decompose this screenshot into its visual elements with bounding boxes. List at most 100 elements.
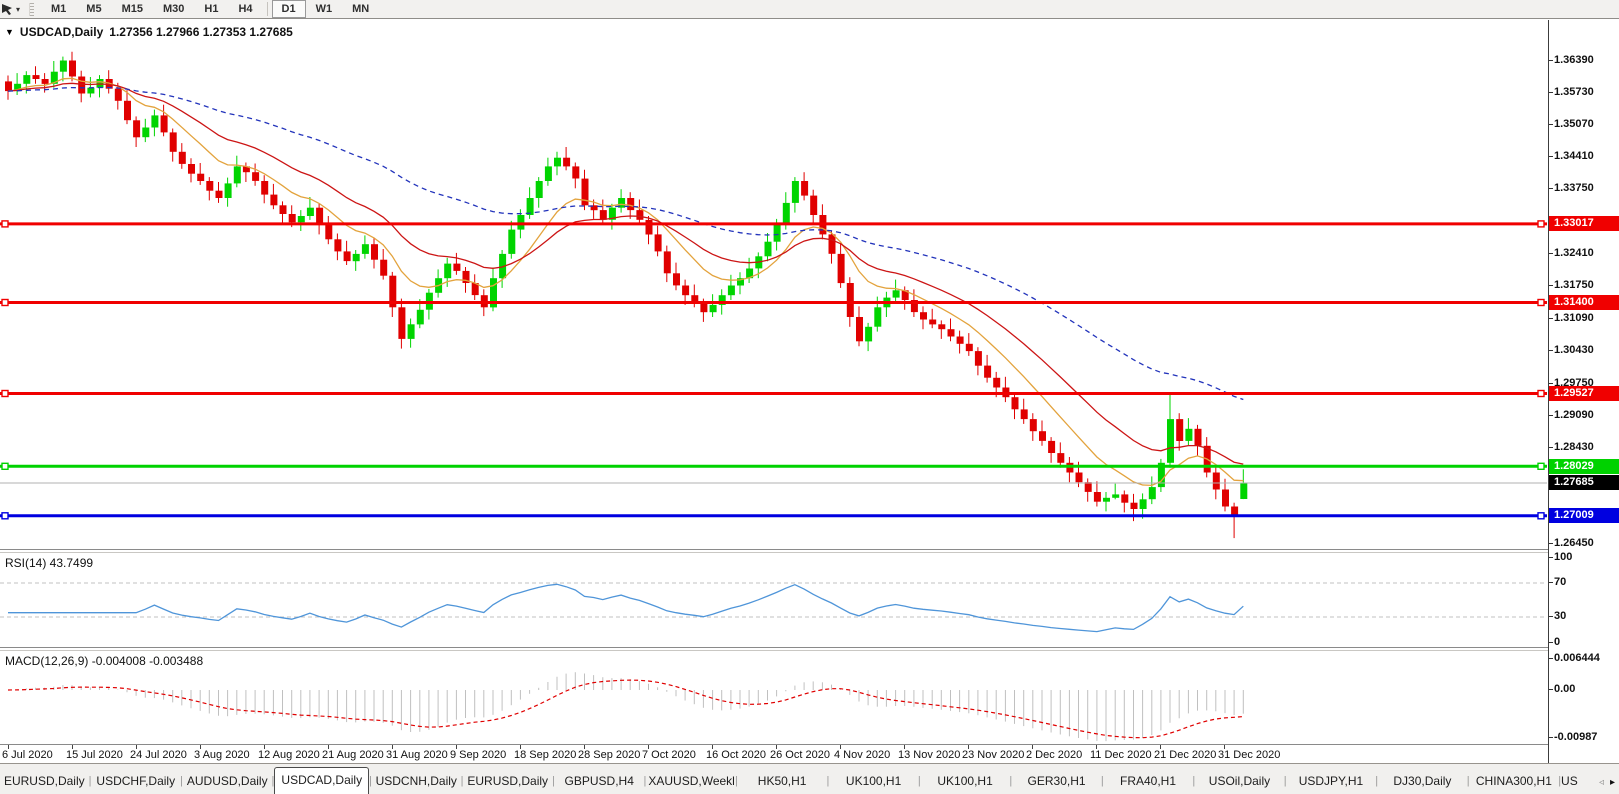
time-tick-label: 6 Jul 2020 [2, 749, 53, 761]
price-level-flag[interactable]: 1.31400 [1549, 295, 1619, 310]
time-axis[interactable]: 6 Jul 202015 Jul 202024 Jul 20203 Aug 20… [0, 745, 1548, 763]
chart-tab-usdcnh-4[interactable]: USDCNH,Daily [372, 770, 461, 794]
axis-tick-mark [1549, 582, 1553, 583]
time-tick-label: 2 Dec 2020 [1026, 749, 1082, 761]
chart-tab-truncated[interactable]: US [1561, 770, 1581, 794]
price-tick-label: 1.26450 [1554, 537, 1594, 550]
price-tick-label: 1.34410 [1554, 150, 1594, 163]
chart-ohlc-values: 1.27356 1.27966 1.27353 1.27685 [109, 25, 293, 39]
tabs-scroll-right-icon[interactable]: ▸ [1610, 777, 1615, 788]
symbol-dropdown-icon[interactable]: ▼ [5, 27, 14, 37]
toolbar-grip[interactable] [29, 3, 34, 16]
line-handle[interactable] [1538, 513, 1544, 519]
macd-signal-line [8, 680, 1243, 738]
chart-tab-uk100-9[interactable]: UK100,H1 [829, 770, 918, 794]
time-tick-label: 31 Aug 2020 [386, 749, 448, 761]
price-level-flag[interactable]: 1.29527 [1549, 386, 1619, 401]
macd-panel[interactable]: MACD(12,26,9) -0.004008 -0.003488 [0, 650, 1548, 745]
time-tick-label: 24 Jul 2020 [130, 749, 187, 761]
timeframe-button-m30[interactable]: M30 [153, 0, 194, 18]
cursor-dropdown-arrow-icon[interactable]: ▾ [16, 5, 20, 14]
axis-tick-mark [1549, 350, 1553, 351]
axis-tick-mark [1549, 447, 1553, 448]
time-tick-label: 31 Dec 2020 [1218, 749, 1280, 761]
macd-histogram [8, 672, 1243, 741]
chart-tab-eurusd-0[interactable]: EURUSD,Daily [0, 770, 89, 794]
chart-tab-audusd-2[interactable]: AUDUSD,Daily [183, 770, 272, 794]
top-toolbar: ▾ M1M5M15M30H1H4 D1W1MN [0, 0, 1619, 19]
main-chart-svg[interactable] [0, 20, 1548, 550]
timeframe-button-m5[interactable]: M5 [76, 0, 111, 18]
line-handle[interactable] [2, 513, 8, 519]
chart-tab-xauusd-7[interactable]: XAUUSD,Weekly [646, 770, 735, 794]
price-level-flag[interactable]: 1.28029 [1549, 459, 1619, 474]
chart-symbol-label: USDCAD,Daily [20, 25, 103, 39]
price-tick-label: 1.29090 [1554, 409, 1594, 422]
axis-tick-mark [1549, 737, 1553, 738]
timeframe-button-d1[interactable]: D1 [272, 0, 306, 18]
line-handle[interactable] [1538, 391, 1544, 397]
timeframe-button-h4[interactable]: H4 [228, 0, 262, 18]
price-tick-label: 1.28430 [1554, 441, 1594, 454]
axis-tick-mark [1549, 642, 1553, 643]
chart-cursor-icon[interactable] [1, 2, 15, 16]
chart-tab-usdchf-1[interactable]: USDCHF,Daily [91, 770, 180, 794]
main-chart-panel[interactable]: ▼ USDCAD,Daily 1.27356 1.27966 1.27353 1… [0, 20, 1548, 550]
chart-tab-fra40-12[interactable]: FRA40,H1 [1104, 770, 1193, 794]
price-tick-label: 1.36390 [1554, 54, 1594, 67]
line-handle[interactable] [2, 463, 8, 469]
time-tick-label: 23 Nov 2020 [962, 749, 1024, 761]
line-handle[interactable] [2, 300, 8, 306]
chart-tab-usdjpy-14[interactable]: USDJPY,H1 [1287, 770, 1376, 794]
time-tick-label: 13 Nov 2020 [898, 749, 960, 761]
line-handle[interactable] [1538, 463, 1544, 469]
macd-svg[interactable] [0, 651, 1548, 746]
price-tick-label: 1.35070 [1554, 118, 1594, 131]
chart-tab-eurusd-5[interactable]: EURUSD,Daily [463, 770, 552, 794]
timeframe-button-mn[interactable]: MN [342, 0, 379, 18]
price-tick-label: 1.33750 [1554, 182, 1594, 195]
timeframe-button-w1[interactable]: W1 [306, 0, 343, 18]
chart-tab-china300-16[interactable]: CHINA300,H1 [1470, 770, 1559, 794]
axis-tick-mark [1549, 188, 1553, 189]
timeframe-button-m1[interactable]: M1 [41, 0, 76, 18]
axis-tick-mark [1549, 156, 1553, 157]
line-handle[interactable] [2, 391, 8, 397]
chart-tab-uk100-10[interactable]: UK100,H1 [921, 770, 1010, 794]
chart-tab-dj30-15[interactable]: DJ30,Daily [1378, 770, 1467, 794]
time-tick-label: 15 Jul 2020 [66, 749, 123, 761]
macd-scale-label: 0.00 [1554, 683, 1575, 696]
chart-tab-gbpusd-6[interactable]: GBPUSD,H4 [555, 770, 644, 794]
price-level-flag[interactable]: 1.33017 [1549, 216, 1619, 231]
rsi-svg[interactable] [0, 553, 1548, 649]
time-tick-label: 21 Dec 2020 [1154, 749, 1216, 761]
axis-tick-mark [1549, 383, 1553, 384]
rsi-scale-label: 0 [1554, 636, 1560, 649]
chart-tab-ger30-11[interactable]: GER30,H1 [1012, 770, 1101, 794]
axis-tick-mark [1549, 318, 1553, 319]
price-tick-label: 1.35730 [1554, 86, 1594, 99]
line-handle[interactable] [1538, 221, 1544, 227]
chart-tab-usoil-13[interactable]: USOil,Daily [1195, 770, 1284, 794]
axis-tick-mark [1549, 253, 1553, 254]
price-tick-label: 1.31090 [1554, 312, 1594, 325]
tabs-scroll-left-icon[interactable]: ◃ [1599, 777, 1604, 788]
chart-tab-usdcad-3[interactable]: USDCAD,Daily [274, 767, 369, 794]
axis-tick-mark [1549, 557, 1553, 558]
time-tick-label: 21 Aug 2020 [322, 749, 384, 761]
line-handle[interactable] [1538, 300, 1544, 306]
timeframe-button-h1[interactable]: H1 [194, 0, 228, 18]
rsi-panel[interactable]: RSI(14) 43.7499 [0, 552, 1548, 648]
line-handle[interactable] [2, 221, 8, 227]
time-tick-label: 26 Oct 2020 [770, 749, 830, 761]
axis-tick-mark [1549, 616, 1553, 617]
macd-scale-label: 0.006444 [1554, 652, 1600, 665]
ma-ema-10 [8, 78, 1243, 485]
rsi-scale-label: 70 [1554, 576, 1566, 589]
ma-ema-21 [8, 83, 1243, 464]
chart-tab-hk50-8[interactable]: HK50,H1 [738, 770, 827, 794]
timeframe-button-m15[interactable]: M15 [112, 0, 153, 18]
price-tick-label: 1.32410 [1554, 247, 1594, 260]
price-level-flag[interactable]: 1.27009 [1549, 508, 1619, 523]
cursor-glyph [1, 2, 15, 16]
